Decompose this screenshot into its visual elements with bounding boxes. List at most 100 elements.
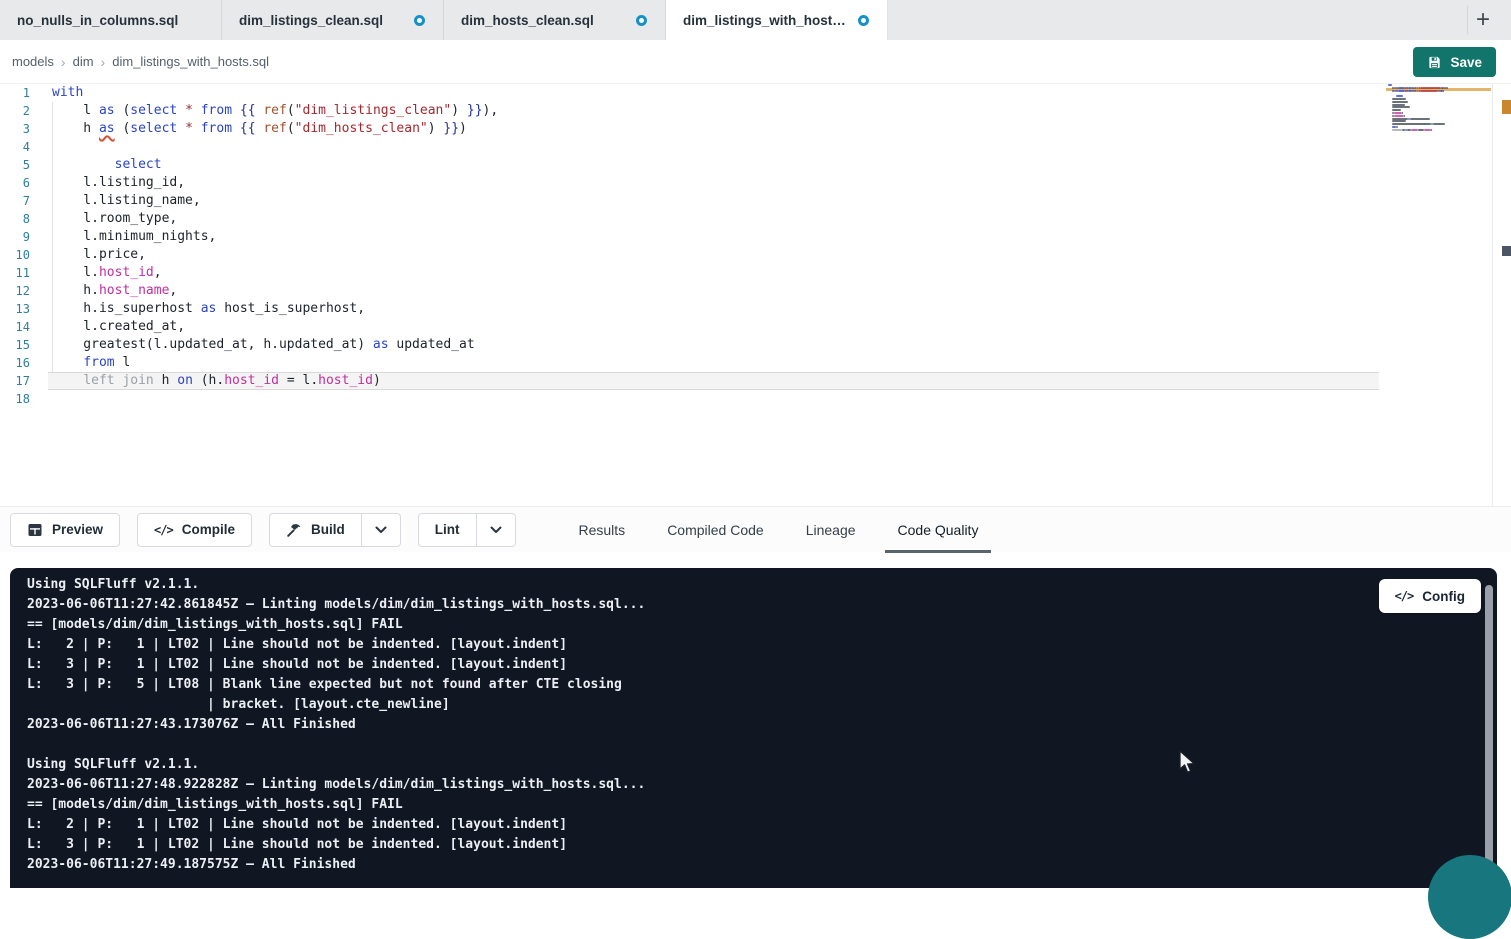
code-text: h as (select * from {{ ref("dim_hosts_cl… bbox=[52, 120, 467, 138]
unsaved-changes-icon[interactable] bbox=[636, 15, 647, 26]
code-line[interactable]: 7 l.listing_name, bbox=[0, 192, 1511, 210]
editor-tab[interactable]: dim_hosts_clean.sql bbox=[444, 0, 666, 40]
code-text: l.listing_name, bbox=[52, 192, 201, 210]
preview-button[interactable]: Preview bbox=[10, 513, 120, 547]
minimap-line bbox=[1388, 123, 1464, 125]
line-number: 18 bbox=[0, 390, 30, 408]
editor-tab[interactable]: dim_listings_clean.sql bbox=[222, 0, 444, 40]
code-lines: 1 with2 l as (select * from {{ ref("dim_l… bbox=[0, 84, 1511, 408]
line-number: 7 bbox=[0, 192, 30, 210]
editor-tab-label: dim_listings_clean.sql bbox=[239, 13, 383, 28]
line-number: 17 bbox=[0, 372, 30, 390]
terminal-line: L: 2 | P: 1 | LT02 | Line should not be … bbox=[27, 815, 1467, 835]
code-line[interactable]: 14 l.created_at, bbox=[0, 318, 1511, 336]
code-text: l.price, bbox=[52, 246, 146, 264]
panel-tabs: ResultsCompiled CodeLineageCode Quality bbox=[558, 507, 1000, 553]
minimap-line bbox=[1388, 104, 1464, 106]
line-number: 12 bbox=[0, 282, 30, 300]
code-line[interactable]: 1 with bbox=[0, 84, 1511, 102]
code-line[interactable]: 15 greatest(l.updated_at, h.updated_at) … bbox=[0, 336, 1511, 354]
code-line[interactable]: 17 left join h on (h.host_id = l.host_id… bbox=[0, 372, 1511, 390]
compile-button[interactable]: </> Compile bbox=[137, 513, 252, 547]
editor-tab[interactable]: dim_listings_with_hosts.sql bbox=[666, 0, 888, 40]
code-brackets-icon: </> bbox=[1395, 589, 1414, 603]
new-tab-button[interactable]: + bbox=[1465, 0, 1501, 40]
preview-table-icon bbox=[27, 522, 43, 538]
build-hammer-icon bbox=[286, 522, 302, 538]
overview-ruler-cursor-marker bbox=[1502, 246, 1511, 256]
config-button[interactable]: </> Config bbox=[1379, 579, 1481, 613]
code-line[interactable]: 16 from l bbox=[0, 354, 1511, 372]
code-line[interactable]: 4 bbox=[0, 138, 1511, 156]
panel-tab-results[interactable]: Results bbox=[558, 507, 647, 553]
build-button-group: Build bbox=[269, 513, 401, 547]
line-number: 6 bbox=[0, 174, 30, 192]
code-line[interactable]: 18 bbox=[0, 390, 1511, 408]
code-text: with bbox=[52, 84, 83, 102]
editor-scroll-track bbox=[1492, 84, 1493, 506]
minimap-line bbox=[1388, 98, 1464, 100]
code-line[interactable]: 11 l.host_id, bbox=[0, 264, 1511, 282]
code-line[interactable]: 9 l.minimum_nights, bbox=[0, 228, 1511, 246]
unsaved-changes-icon[interactable] bbox=[414, 15, 425, 26]
breadcrumb-bar: models › dim › dim_listings_with_hosts.s… bbox=[0, 40, 1511, 84]
minimap-line bbox=[1388, 95, 1464, 97]
panel-tab-lineage[interactable]: Lineage bbox=[785, 507, 877, 553]
editor-tab[interactable]: no_nulls_in_columns.sql bbox=[0, 0, 222, 40]
save-floppy-icon bbox=[1427, 55, 1442, 70]
code-line[interactable]: 6 l.listing_id, bbox=[0, 174, 1511, 192]
code-text: l.minimum_nights, bbox=[52, 228, 216, 246]
code-line[interactable]: 13 h.is_superhost as host_is_superhost, bbox=[0, 300, 1511, 318]
code-text: from l bbox=[52, 354, 130, 372]
minimap-line bbox=[1388, 132, 1464, 134]
code-line[interactable]: 10 l.price, bbox=[0, 246, 1511, 264]
code-line[interactable]: 5 select bbox=[0, 156, 1511, 174]
overview-ruler-warning-marker bbox=[1502, 100, 1511, 114]
editor-tab-label: dim_hosts_clean.sql bbox=[461, 13, 594, 28]
terminal-scrollbar[interactable] bbox=[1485, 585, 1493, 885]
minimap-line bbox=[1388, 92, 1464, 94]
code-line[interactable]: 8 l.room_type, bbox=[0, 210, 1511, 228]
terminal-line: == [models/dim/dim_listings_with_hosts.s… bbox=[27, 795, 1467, 815]
panel-tab-code-quality[interactable]: Code Quality bbox=[877, 507, 1000, 553]
breadcrumb-chevron-icon: › bbox=[101, 54, 106, 70]
code-line[interactable]: 2 l as (select * from {{ ref("dim_listin… bbox=[0, 102, 1511, 120]
preview-button-label: Preview bbox=[52, 522, 103, 537]
help-bubble-button[interactable] bbox=[1428, 855, 1511, 939]
line-number: 1 bbox=[0, 84, 30, 102]
code-line[interactable]: 12 h.host_name, bbox=[0, 282, 1511, 300]
minimap-line bbox=[1388, 106, 1464, 108]
terminal-output: Using SQLFluff v2.1.1.2023-06-06T11:27:4… bbox=[10, 568, 1497, 875]
build-dropdown-button[interactable] bbox=[361, 513, 401, 547]
lint-button[interactable]: Lint bbox=[418, 513, 476, 547]
minimap-line bbox=[1388, 120, 1464, 122]
code-editor[interactable]: 1 with2 l as (select * from {{ ref("dim_l… bbox=[0, 84, 1511, 506]
unsaved-changes-icon[interactable] bbox=[858, 15, 869, 26]
editor-tab-bar: no_nulls_in_columns.sql dim_listings_clea… bbox=[0, 0, 1511, 40]
line-number: 9 bbox=[0, 228, 30, 246]
code-text: h.is_superhost as host_is_superhost, bbox=[52, 300, 365, 318]
line-number: 4 bbox=[0, 138, 30, 156]
lint-dropdown-button[interactable] bbox=[476, 513, 516, 547]
breadcrumb-item-dim[interactable]: dim bbox=[73, 54, 94, 69]
minimap-line bbox=[1388, 112, 1464, 114]
config-button-label: Config bbox=[1422, 589, 1465, 604]
breadcrumb-item-file: dim_listings_with_hosts.sql bbox=[112, 54, 269, 69]
code-text: l.room_type, bbox=[52, 210, 177, 228]
code-line[interactable]: 3 h as (select * from {{ ref("dim_hosts_… bbox=[0, 120, 1511, 138]
editor-tab-label: no_nulls_in_columns.sql bbox=[17, 13, 178, 28]
build-button-label: Build bbox=[311, 522, 345, 537]
line-number: 15 bbox=[0, 336, 30, 354]
panel-tab-compiled-code[interactable]: Compiled Code bbox=[646, 507, 785, 553]
build-button[interactable]: Build bbox=[269, 513, 361, 547]
line-number: 3 bbox=[0, 120, 30, 138]
minimap[interactable] bbox=[1388, 84, 1464, 134]
action-toolbar: Preview </> Compile Build Lint bbox=[0, 506, 1511, 552]
save-button[interactable]: Save bbox=[1413, 47, 1496, 77]
terminal-line: 2023-06-06T11:27:43.173076Z — All Finish… bbox=[27, 715, 1467, 735]
terminal-line: 2023-06-06T11:27:49.187575Z — All Finish… bbox=[27, 855, 1467, 875]
minimap-line bbox=[1388, 109, 1464, 111]
breadcrumb-item-models[interactable]: models bbox=[12, 54, 54, 69]
terminal-line: == [models/dim/dim_listings_with_hosts.s… bbox=[27, 615, 1467, 635]
compile-button-label: Compile bbox=[182, 522, 235, 537]
